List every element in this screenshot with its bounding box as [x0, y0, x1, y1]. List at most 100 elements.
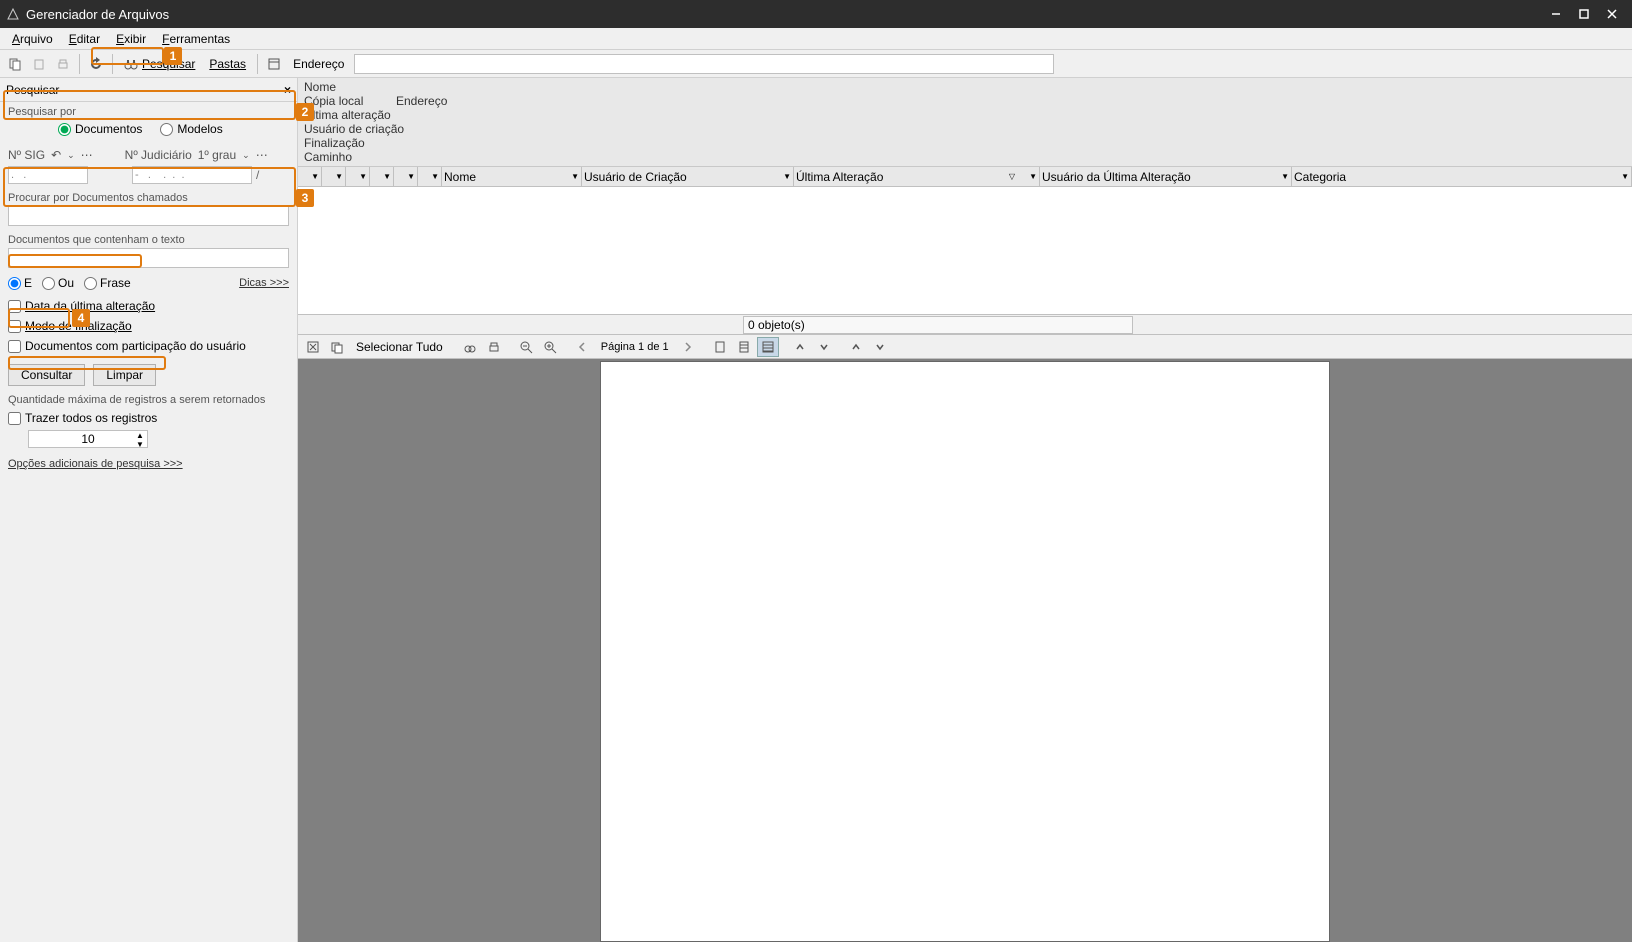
filter-col-4[interactable]: ▼	[370, 167, 394, 186]
filter-usuario-criacao[interactable]: Usuário de Criação▼	[582, 167, 794, 186]
collapse-up-icon[interactable]	[789, 337, 811, 357]
badge-1: 1	[164, 47, 182, 65]
copy-preview-icon[interactable]	[326, 337, 348, 357]
menu-arquivo[interactable]: Arquivo	[4, 30, 61, 48]
badge-3: 3	[296, 189, 314, 207]
chk-trazer-label: Trazer todos os registros	[25, 411, 157, 425]
docs-texto-input[interactable]	[8, 248, 289, 268]
fit-actual-icon[interactable]	[757, 337, 779, 357]
main-area: Nome Cópia localEndereço Última alteraçã…	[298, 78, 1632, 942]
filter-nome[interactable]: Nome▼	[442, 167, 582, 186]
details-usucriacao: Usuário de criação	[304, 122, 394, 136]
details-copia: Cópia local	[304, 94, 394, 108]
collapse-up-icon-2[interactable]	[845, 337, 867, 357]
close-panel-icon[interactable]: ×	[284, 83, 291, 97]
chevron-down-icon[interactable]: ⌄	[67, 150, 75, 161]
status-row: 0 objeto(s)	[298, 315, 1632, 335]
close-preview-icon[interactable]	[302, 337, 324, 357]
fit-width-icon[interactable]	[709, 337, 731, 357]
separator	[79, 54, 80, 74]
badge-2: 2	[296, 103, 314, 121]
search-panel-header: Pesquisar ×	[0, 78, 297, 102]
pastas-button[interactable]: Pastas	[203, 53, 252, 75]
limpar-button[interactable]: Limpar	[93, 364, 156, 386]
menu-exibir[interactable]: Exibir	[108, 30, 154, 48]
docs-texto-label: Documentos que contenham o texto	[8, 234, 289, 246]
window-title: Gerenciador de Arquivos	[26, 7, 1542, 22]
zoom-in-icon[interactable]	[539, 337, 561, 357]
nsig-input[interactable]	[8, 166, 88, 184]
toolbar: Pesquisar Pastas Endereço	[0, 50, 1632, 78]
radio-ou[interactable]: Ou	[42, 276, 74, 290]
pesquisar-button[interactable]: Pesquisar	[118, 53, 201, 75]
pastas-label: Pastas	[209, 57, 246, 71]
qty-max-label: Quantidade máxima de registros a serem r…	[8, 394, 289, 406]
filter-col-6[interactable]: ▼	[418, 167, 442, 186]
print-preview-icon[interactable]	[483, 337, 505, 357]
details-ultalt: Última alteração	[304, 108, 394, 122]
chevron-down-icon[interactable]: ⌄	[242, 150, 250, 161]
close-button[interactable]	[1598, 4, 1626, 24]
spin-down-icon[interactable]: ▼	[133, 440, 147, 449]
filter-row: ▼ ▼ ▼ ▼ ▼ ▼ Nome▼ Usuário de Criação▼ Úl…	[298, 167, 1632, 187]
menu-editar[interactable]: Editar	[61, 30, 108, 48]
chk-data-ultima[interactable]	[8, 300, 21, 313]
spin-up-icon[interactable]: ▲	[133, 431, 147, 440]
paste-icon[interactable]	[28, 53, 50, 75]
filter-categoria[interactable]: Categoria▼	[1292, 167, 1632, 186]
more-icon[interactable]: ⋯	[256, 148, 268, 162]
radio-e[interactable]: E	[8, 276, 32, 290]
chk-modo-final[interactable]	[8, 320, 21, 333]
menubar: Arquivo Editar Exibir Ferramentas	[0, 28, 1632, 50]
more-icon[interactable]: ⋯	[81, 148, 93, 162]
dicas-link[interactable]: Dicas >>>	[239, 277, 289, 289]
results-list[interactable]	[298, 187, 1632, 315]
document-page	[600, 361, 1330, 942]
filter-col-1[interactable]: ▼	[298, 167, 322, 186]
maximize-button[interactable]	[1570, 4, 1598, 24]
separator	[257, 54, 258, 74]
radio-modelos[interactable]: Modelos	[160, 122, 222, 136]
next-page-icon[interactable]	[677, 337, 699, 357]
expand-down-icon[interactable]	[813, 337, 835, 357]
filter-col-5[interactable]: ▼	[394, 167, 418, 186]
minimize-button[interactable]	[1542, 4, 1570, 24]
chk-participacao[interactable]	[8, 340, 21, 353]
filter-ultima-alteracao[interactable]: Última Alteração▽▼	[794, 167, 1040, 186]
undo-icon[interactable]: ↶	[51, 148, 61, 162]
chk-part-label: Documentos com participação do usuário	[25, 339, 246, 353]
grau-label: 1º grau	[198, 148, 236, 162]
find-icon[interactable]	[459, 337, 481, 357]
opcoes-adicionais-link[interactable]: Opções adicionais de pesquisa >>>	[8, 458, 289, 470]
address-icon[interactable]	[263, 53, 285, 75]
app-icon	[6, 7, 20, 21]
radio-frase[interactable]: Frase	[84, 276, 131, 290]
nsig-label: Nº SIG	[8, 148, 45, 162]
viewer-toolbar: Selecionar Tudo Página 1 de 1	[298, 335, 1632, 359]
search-panel-title: Pesquisar	[6, 83, 59, 97]
address-input[interactable]	[354, 54, 1054, 74]
njud-input[interactable]	[132, 166, 252, 184]
titlebar: Gerenciador de Arquivos	[0, 0, 1632, 28]
filter-col-3[interactable]: ▼	[346, 167, 370, 186]
consultar-button[interactable]: Consultar	[8, 364, 85, 386]
expand-down-icon-2[interactable]	[869, 337, 891, 357]
radio-documentos[interactable]: Documentos	[58, 122, 142, 136]
endereco-label-btn: Endereço	[287, 53, 350, 75]
copy-icon[interactable]	[4, 53, 26, 75]
selecionar-tudo-button[interactable]: Selecionar Tudo	[350, 340, 449, 354]
filter-usuario-ultima-alteracao[interactable]: Usuário da Última Alteração▼	[1040, 167, 1292, 186]
qty-spinner[interactable]: 10 ▲▼	[28, 430, 148, 448]
print-icon[interactable]	[52, 53, 74, 75]
chk-trazer-todos[interactable]	[8, 412, 21, 425]
document-viewer[interactable]	[298, 359, 1632, 942]
zoom-out-icon[interactable]	[515, 337, 537, 357]
fit-page-icon[interactable]	[733, 337, 755, 357]
details-endereco: Endereço	[396, 94, 596, 108]
menu-ferramentas[interactable]: Ferramentas	[154, 30, 238, 48]
filter-col-2[interactable]: ▼	[322, 167, 346, 186]
prev-page-icon[interactable]	[571, 337, 593, 357]
refresh-icon[interactable]	[85, 53, 107, 75]
binoculars-icon	[124, 57, 138, 71]
procurar-docs-input[interactable]	[8, 206, 289, 226]
